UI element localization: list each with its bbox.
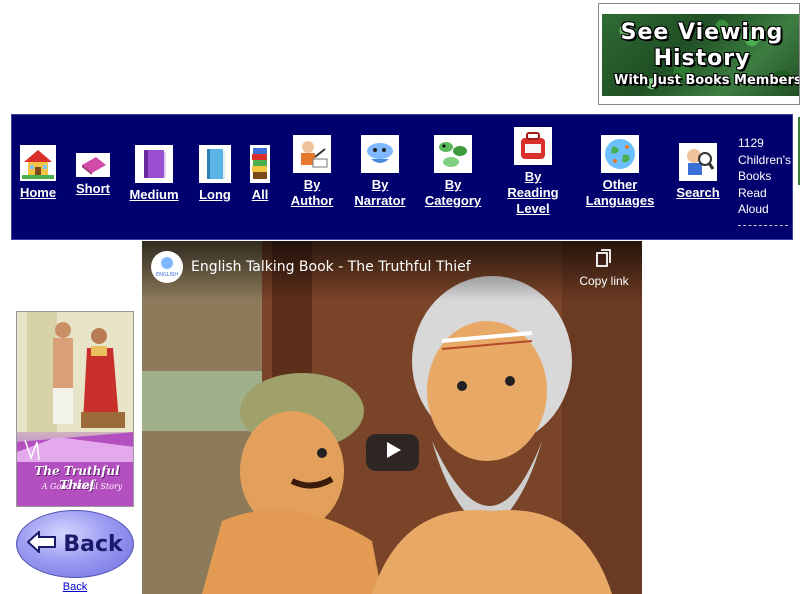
author-icon [293,135,331,173]
nav-label-by-author-1: By [303,177,321,192]
house-icon [20,145,56,181]
book-count-number: 1129 [738,136,764,150]
nav-label-by-category-2: Category [424,193,482,208]
nav-item-search[interactable]: Search [674,143,722,201]
nav-item-by-reading-level[interactable]: By Reading Level [502,127,564,217]
nav-label-by-author-2: Author [290,193,334,208]
nav-label-home: Home [19,185,57,200]
nav-label-by-reading-level-1: By [524,169,542,184]
divider [738,225,788,226]
short-book-icon [76,153,110,177]
nav-item-long[interactable]: Long [196,145,234,203]
long-book-icon [199,145,231,183]
back-button-label: Back [63,531,123,557]
back-arrow-icon [26,529,57,558]
play-button[interactable] [366,434,419,471]
play-icon [384,441,402,464]
video-title[interactable]: English Talking Book - The Truthful Thie… [191,259,471,275]
copy-icon [596,249,612,271]
nav-item-by-category[interactable]: By Category [422,135,484,209]
globe-icon [601,135,639,173]
narrator-icon [361,135,399,173]
search-icon [679,143,717,181]
back-link[interactable]: Back [16,581,134,593]
nav-label-long: Long [199,187,231,202]
nav-label-by-narrator-1: By [371,177,389,192]
nav-item-home[interactable]: Home [19,145,57,201]
channel-logo-text: ENGLISH [156,272,178,278]
book-stack-icon [250,145,270,183]
nav-label-by-narrator-2: Narrator [354,193,406,208]
book-count-text: 1129 Children's Books Read Aloud [738,135,794,218]
nav-label-all: All [251,187,269,202]
book-count-line-5: Aloud [738,202,769,216]
nav-item-medium[interactable]: Medium [128,145,180,203]
nav-label-by-category-1: By [444,177,462,192]
book-subtitle: A Good Moral Story [41,482,123,491]
copy-link-label: Copy link [579,274,629,288]
nav-item-short[interactable]: Short [74,153,112,197]
nav-label-medium: Medium [129,187,179,202]
nav-item-by-author[interactable]: By Author [286,135,338,209]
book-count-line-2: Children's [738,152,791,167]
nav-item-all[interactable]: All [248,145,272,203]
medium-book-icon [135,145,173,183]
book-count-line-3: Books [738,169,772,183]
nav-item-by-narrator[interactable]: By Narrator [352,135,408,209]
nav-label-other-languages-1: Other [602,177,638,192]
nav-item-other-languages[interactable]: Other Languages [582,135,658,209]
back-button[interactable]: Back [16,510,134,578]
banner-line-2: History [653,46,751,71]
book-cover-image[interactable]: The Truthful Thief A Good Moral Story [16,311,134,507]
viewing-history-banner[interactable]: See Viewing History With Just Books Memb… [598,3,800,105]
copy-link-button[interactable]: Copy link [574,249,634,288]
banner-image[interactable]: See Viewing History With Just Books Memb… [602,14,800,96]
nav-label-by-reading-level-3: Level [516,201,550,216]
nav-label-search: Search [676,185,720,200]
category-nav-bar: Home Short Medium Long All By Author By … [11,114,800,240]
reading-level-icon [514,127,552,165]
book-count-line-4: Read [738,185,767,200]
banner-line-1: See Viewing [620,20,784,45]
nav-label-other-languages-2: Languages [585,193,655,208]
category-icon [434,135,472,173]
nav-label-by-reading-level-2: Reading [507,185,559,200]
channel-logo[interactable]: ENGLISH [151,251,183,283]
nav-label-short: Short [76,181,110,196]
banner-line-3: With Just Books Members [614,73,800,88]
video-player[interactable]: ENGLISH English Talking Book - The Truth… [142,241,642,594]
